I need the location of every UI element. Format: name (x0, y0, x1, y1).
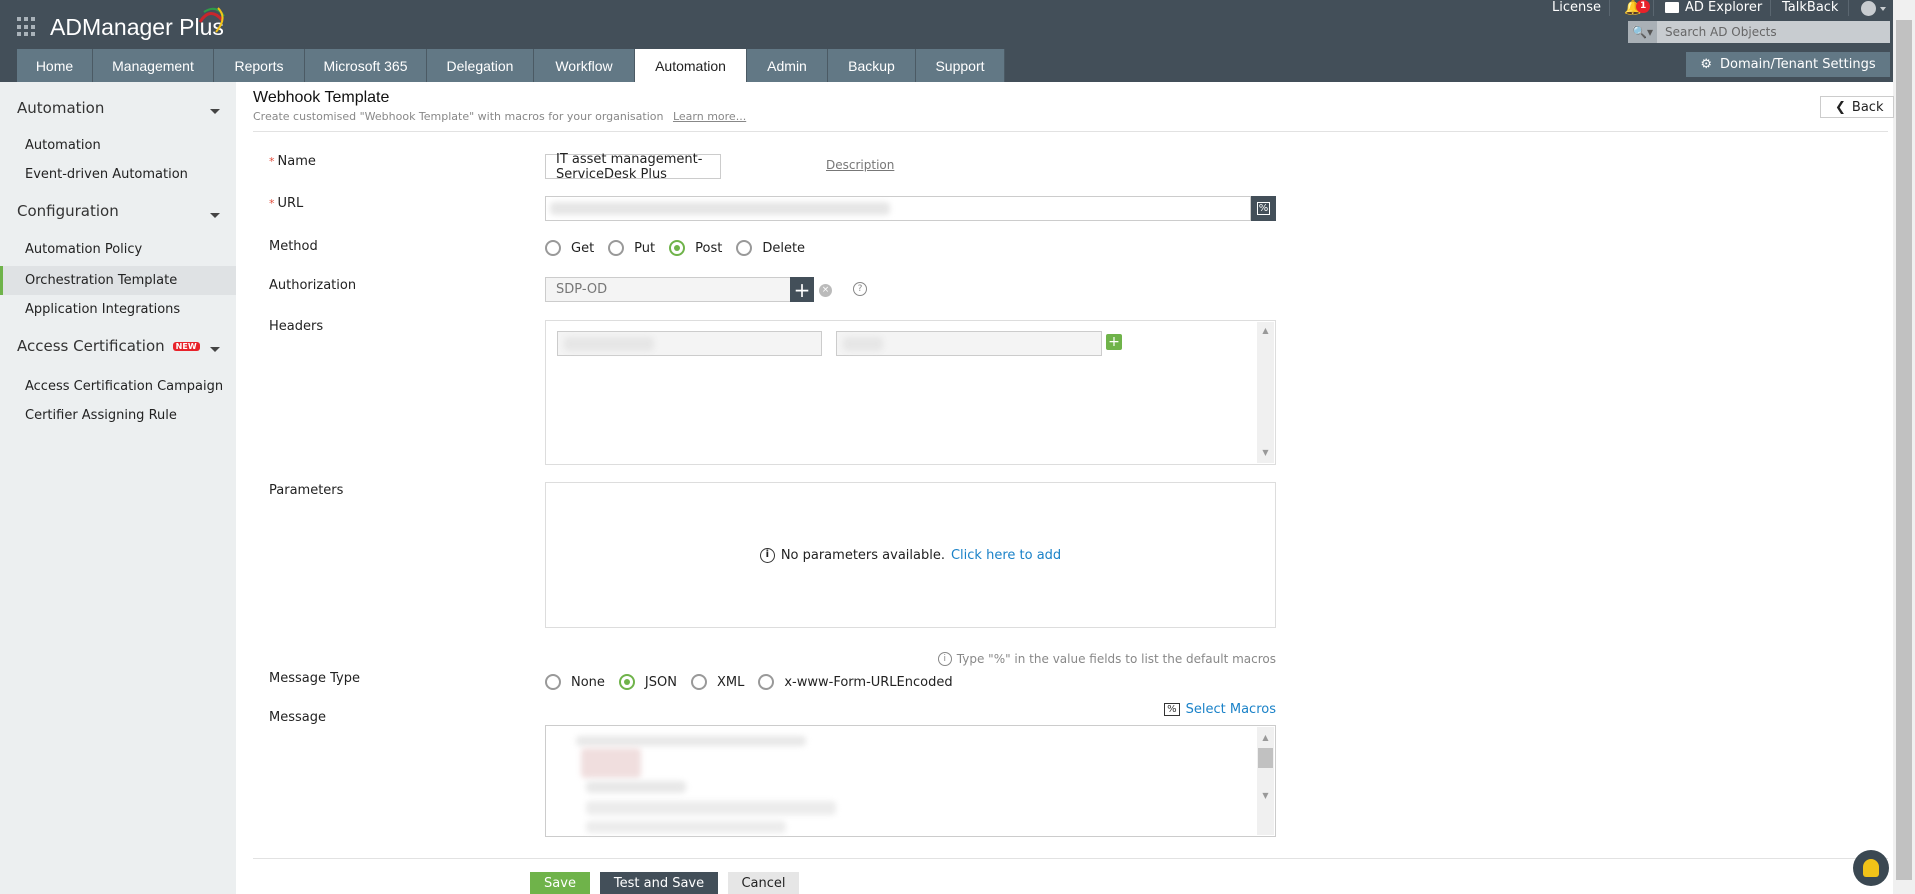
chat-assistant-icon[interactable] (1853, 850, 1889, 886)
method-put-radio[interactable]: Put (608, 240, 655, 256)
domain-settings-label: Domain/Tenant Settings (1720, 57, 1876, 72)
tab-delegation[interactable]: Delegation (427, 49, 534, 82)
cancel-button[interactable]: Cancel (728, 872, 799, 894)
macro-tip: i Type "%" in the value fields to list t… (937, 652, 1276, 666)
method-label: Method (269, 239, 318, 254)
message-scrollbar[interactable]: ▲ ▼ (1257, 727, 1274, 835)
info-icon: i (937, 652, 952, 666)
sidebar-item-event-driven-automation[interactable]: Event-driven Automation (0, 160, 236, 189)
folder-icon (1665, 2, 1679, 13)
authorization-label: Authorization (269, 278, 357, 293)
tab-backup[interactable]: Backup (828, 49, 916, 82)
percent-icon: % (1164, 703, 1180, 716)
ad-explorer-link[interactable]: AD Explorer (1685, 0, 1762, 16)
tab-support[interactable]: Support (916, 49, 1005, 82)
method-post-radio[interactable]: Post (669, 240, 722, 256)
method-radio-group: Get Put Post Delete (545, 240, 819, 256)
headers-label: Headers (269, 319, 324, 334)
message-label: Message (269, 710, 326, 725)
chevron-down-icon[interactable] (210, 213, 220, 218)
back-label: Back (1851, 99, 1884, 115)
sidebar-section-automation[interactable]: Automation (17, 99, 104, 117)
no-parameters-text: No parameters available. (780, 547, 945, 563)
header-value-input[interactable] (836, 331, 1102, 356)
subtitle-text: Create customised "Webhook Template" wit… (253, 110, 664, 123)
sidebar-item-automation-policy[interactable]: Automation Policy (0, 235, 236, 264)
sidebar-item-certifier-assigning-rule[interactable]: Certifier Assigning Rule (0, 401, 236, 430)
message-type-form-urlencoded-radio[interactable]: x-www-Form-URLEncoded (758, 674, 953, 690)
save-button[interactable]: Save (530, 872, 590, 894)
chevron-left-icon: ❮ (1835, 99, 1846, 115)
message-type-none-radio[interactable]: None (545, 674, 605, 690)
search-box[interactable]: 🔍▾ Search AD Objects (1628, 21, 1890, 43)
notification-badge: 1 (1636, 0, 1651, 13)
tab-workflow[interactable]: Workflow (534, 49, 635, 82)
add-header-button[interactable]: + (1106, 334, 1122, 350)
percent-icon: % (1256, 202, 1271, 215)
chevron-down-icon (1880, 7, 1886, 11)
chevron-down-icon[interactable] (210, 347, 220, 352)
description-link[interactable]: Description (826, 158, 894, 172)
parameters-label: Parameters (269, 483, 344, 498)
headers-scrollbar[interactable]: ▲ ▼ (1257, 322, 1274, 463)
authorization-input[interactable]: SDP-OD (545, 277, 791, 302)
tab-reports[interactable]: Reports (214, 49, 305, 82)
tab-admin[interactable]: Admin (747, 49, 828, 82)
message-type-radio-group: None JSON XML x-www-Form-URLEncoded (545, 674, 967, 690)
search-icon[interactable]: 🔍▾ (1628, 21, 1657, 43)
talkback-link[interactable]: TalkBack (1782, 0, 1838, 16)
header-key-input[interactable] (557, 331, 822, 356)
sidebar-item-orchestration-template[interactable]: Orchestration Template (0, 266, 236, 295)
search-input[interactable]: Search AD Objects (1657, 21, 1777, 43)
test-and-save-button[interactable]: Test and Save (600, 872, 718, 894)
divider (253, 131, 1888, 132)
select-macros-label: Select Macros (1185, 702, 1276, 717)
sidebar-section-access-certification[interactable]: Access Certification NEW (17, 337, 200, 355)
new-badge: NEW (172, 342, 200, 351)
message-type-label: Message Type (269, 671, 360, 686)
method-get-radio[interactable]: Get (545, 240, 594, 256)
sidebar-item-automation[interactable]: Automation (0, 131, 236, 160)
url-label: * URL (269, 196, 304, 211)
macro-tip-text: Type "%" in the value fields to list the… (956, 652, 1276, 666)
method-delete-radio[interactable]: Delete (736, 240, 805, 256)
sidebar-item-access-certification-campaign[interactable]: Access Certification Campaign (0, 372, 236, 401)
clear-icon[interactable]: × (819, 284, 832, 297)
tab-automation[interactable]: Automation (635, 49, 747, 82)
sidebar-item-application-integrations[interactable]: Application Integrations (0, 295, 236, 324)
section-title: Access Certification (17, 337, 165, 355)
license-link[interactable]: License (1552, 0, 1601, 16)
message-type-json-radio[interactable]: JSON (618, 674, 677, 690)
sidebar: Automation Automation Event-driven Autom… (0, 82, 236, 894)
logo-arc-icon (198, 7, 225, 33)
gear-icon: ⚙ (1700, 57, 1713, 72)
headers-box: + ▲ ▼ (545, 320, 1276, 465)
info-icon: i (759, 547, 775, 563)
tab-microsoft-365[interactable]: Microsoft 365 (305, 49, 427, 82)
name-input[interactable]: IT asset management-ServiceDesk Plus (545, 152, 721, 182)
url-input[interactable] (545, 196, 1251, 221)
chevron-down-icon[interactable] (210, 109, 220, 114)
add-parameter-link[interactable]: Click here to add (951, 548, 1061, 563)
tab-management[interactable]: Management (93, 49, 214, 82)
app-grid-icon[interactable] (17, 17, 37, 37)
page-subtitle: Create customised "Webhook Template" wit… (253, 110, 746, 123)
name-label: * Name (269, 154, 316, 169)
help-icon[interactable]: ? (853, 282, 867, 296)
divider (253, 858, 1888, 859)
sidebar-section-configuration[interactable]: Configuration (17, 202, 119, 220)
select-macros-link[interactable]: % Select Macros (1164, 702, 1276, 717)
page-scrollbar[interactable] (1893, 0, 1915, 894)
learn-more-link[interactable]: Learn more... (673, 110, 746, 123)
domain-settings-button[interactable]: ⚙ Domain/Tenant Settings (1686, 52, 1890, 77)
message-type-xml-radio[interactable]: XML (690, 674, 744, 690)
parameters-box: i No parameters available. Click here to… (545, 482, 1276, 628)
tab-home[interactable]: Home (17, 49, 93, 82)
macro-picker-button[interactable]: % (1251, 196, 1276, 221)
user-avatar-icon[interactable] (1861, 1, 1876, 16)
message-textarea[interactable]: ▲ ▼ (545, 725, 1276, 837)
back-button[interactable]: ❮ Back (1820, 96, 1895, 118)
add-authorization-button[interactable]: + (790, 277, 814, 302)
page-title: Webhook Template (253, 89, 390, 106)
